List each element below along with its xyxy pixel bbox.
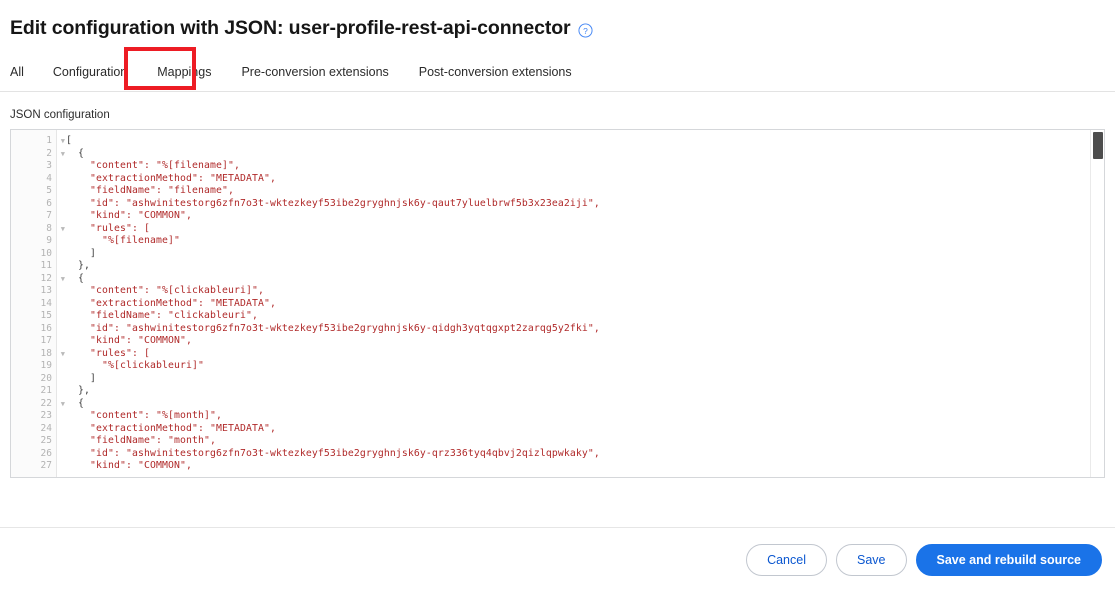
line-number: 7 [46,210,52,221]
tab-mappings[interactable]: Mappings [157,54,211,91]
code-line: "kind": "COMMON", [66,460,192,471]
line-number: 10 [40,247,52,259]
code-line: "id": "ashwinitestorg6zfn7o3t-wktezkeyf5… [66,322,600,334]
code-line: { [66,272,84,284]
line-number: 2 ▼ [46,147,65,159]
save-button[interactable]: Save [836,544,907,576]
code-line: }, [66,385,90,396]
code-line: "rules": [ [66,347,150,359]
line-number: 25 [40,435,52,446]
code-line: "%[filename]" [66,235,180,246]
line-number: 22 ▼ [40,397,65,409]
code-line: }, [66,260,90,271]
line-number: 4 [46,172,52,184]
main-content: JSON configuration 1 ▼ 2 ▼ 3 4 5 6 7 8 ▼ 9 10 11 12 ▼ 13… [0,109,1115,478]
footer-action-bar: Cancel Save Save and rebuild source [0,528,1115,592]
vertical-scrollbar[interactable] [1090,130,1104,477]
page-header: Edit configuration with JSON: user-profi… [0,0,1115,44]
cancel-button[interactable]: Cancel [746,544,827,576]
code-line: "extractionMethod": "METADATA", [66,422,276,434]
line-number: 13 [40,285,52,296]
line-number: 21 [40,385,52,396]
code-line: "%[clickableuri]" [66,360,204,371]
line-number: 3 [46,160,52,171]
vertical-scrollbar-thumb[interactable] [1093,132,1103,159]
page-title: Edit configuration with JSON: user-profi… [10,16,571,39]
line-number: 16 [40,322,52,334]
code-line: "fieldName": "filename", [66,185,234,196]
code-line: "id": "ashwinitestorg6zfn7o3t-wktezkeyf5… [66,197,600,209]
line-number: 9 [46,235,52,246]
save-and-rebuild-source-button[interactable]: Save and rebuild source [915,544,1102,576]
code-line: { [66,397,84,409]
tab-bar: All Configuration Mappings Pre-conversio… [0,54,1115,92]
tab-post-conversion-extensions[interactable]: Post-conversion extensions [419,54,572,91]
line-number: 24 [40,422,52,434]
line-number: 15 [40,310,52,321]
code-line: "content": "%[filename]", [66,160,240,171]
code-line: "kind": "COMMON", [66,210,192,221]
code-line: "fieldName": "clickableuri", [66,310,258,321]
line-number: 5 [46,185,52,196]
code-line: "extractionMethod": "METADATA", [66,172,276,184]
code-line: ] [66,372,96,384]
line-number: 17 [40,335,52,346]
code-line: { [66,147,84,159]
editor-gutter: 1 ▼ 2 ▼ 3 4 5 6 7 8 ▼ 9 10 11 12 ▼ 13 14 15 16 17 18 ▼ 19 20 21 22… [11,130,65,477]
svg-text:?: ? [583,25,588,35]
code-line: "fieldName": "month", [66,435,216,446]
line-number: 23 [40,410,52,421]
line-number: 27 [40,460,52,471]
line-number: 11 [40,260,52,271]
line-number: 1 ▼ [46,135,65,146]
help-circle-icon[interactable]: ? [577,22,593,38]
tab-pre-conversion-extensions[interactable]: Pre-conversion extensions [241,54,388,91]
code-line: "kind": "COMMON", [66,335,192,346]
line-number: 6 [46,197,52,209]
line-number: 18 ▼ [40,347,65,359]
line-number: 14 [40,297,52,309]
line-number: 26 [40,447,52,459]
json-code-editor[interactable]: 1 ▼ 2 ▼ 3 4 5 6 7 8 ▼ 9 10 11 12 ▼ 13 14 15 16 17 18 ▼ 19 20 21 22… [10,129,1105,478]
code-line: "content": "%[clickableuri]", [66,285,264,296]
code-line: "content": "%[month]", [66,410,222,421]
editor-code-area[interactable]: [ { "content": "%[filename]", "extractio… [57,130,1104,477]
code-line: "rules": [ [66,222,150,234]
code-line: "id": "ashwinitestorg6zfn7o3t-wktezkeyf5… [66,447,600,459]
tab-configuration[interactable]: Configuration [53,54,127,91]
json-configuration-label: JSON configuration [10,109,110,121]
line-number: 12 ▼ [40,272,65,284]
line-number: 19 [40,360,52,371]
line-number: 20 [40,372,52,384]
code-line: ] [66,247,96,259]
code-line: "extractionMethod": "METADATA", [66,297,276,309]
line-number: 8 ▼ [46,222,65,234]
code-line: [ [66,135,72,146]
tab-all[interactable]: All [10,54,24,91]
